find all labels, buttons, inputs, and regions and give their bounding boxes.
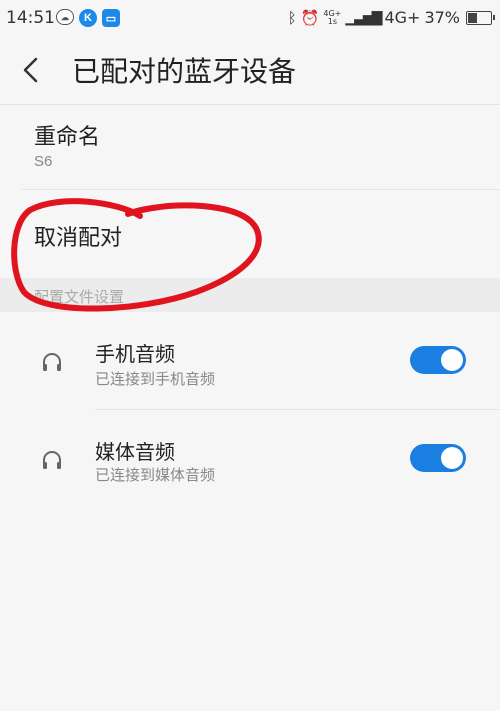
battery-percent: 37% [424,8,460,27]
headphones-icon [43,451,61,469]
message-icon: ▭ [102,9,120,27]
page-title: 已配对的蓝牙设备 [72,55,297,88]
profile-title: 媒体音频 [95,440,175,464]
section-label: 配置文件设置 [34,288,125,306]
section-header: 配置文件设置 [0,278,500,312]
network-small: 4G+ 1s [323,8,342,26]
battery-icon [466,10,495,25]
rename-label: 重命名 [34,125,101,150]
status-time: 14:51 [6,8,55,28]
status-bar: 14:51 ☁ K ▭ ᛒ ⏰ 4G+ 1s ▁▃▅▇ 4G+ 37% [0,0,500,36]
headphones-icon [43,353,61,371]
alarm-icon: ⏰ [300,8,320,27]
network-type: 4G+ [384,8,421,27]
bluetooth-icon: ᛒ [287,8,297,27]
profile-title: 手机音频 [95,342,175,366]
toggle-knob [441,447,463,469]
status-right: ᛒ ⏰ 4G+ 1s ▁▃▅▇ 4G+ 37% [287,8,495,27]
signal-icon: ▁▃▅▇ [345,9,382,26]
title-bar: 已配对的蓝牙设备 [0,36,500,105]
chevron-left-icon [23,57,38,83]
profile-subtitle: 已连接到手机音频 [95,370,216,388]
phone-audio-toggle[interactable] [410,346,466,374]
toggle-knob [441,349,463,371]
profile-subtitle: 已连接到媒体音频 [95,466,216,484]
device-name-value: S6 [34,153,53,170]
unpair-row[interactable]: 取消配对 [0,190,500,278]
notification-icons: ☁ K ▭ [56,9,120,27]
profile-row-media-audio[interactable]: 媒体音频 已连接到媒体音频 [0,410,500,508]
media-audio-toggle[interactable] [410,444,466,472]
profile-row-phone-audio[interactable]: 手机音频 已连接到手机音频 [0,312,500,410]
cloud-oval-icon: ☁ [56,9,74,25]
unpair-label: 取消配对 [34,226,123,251]
k-app-icon: K [79,9,97,27]
back-button[interactable] [16,54,48,86]
rename-row[interactable]: 重命名 S6 [0,105,500,189]
